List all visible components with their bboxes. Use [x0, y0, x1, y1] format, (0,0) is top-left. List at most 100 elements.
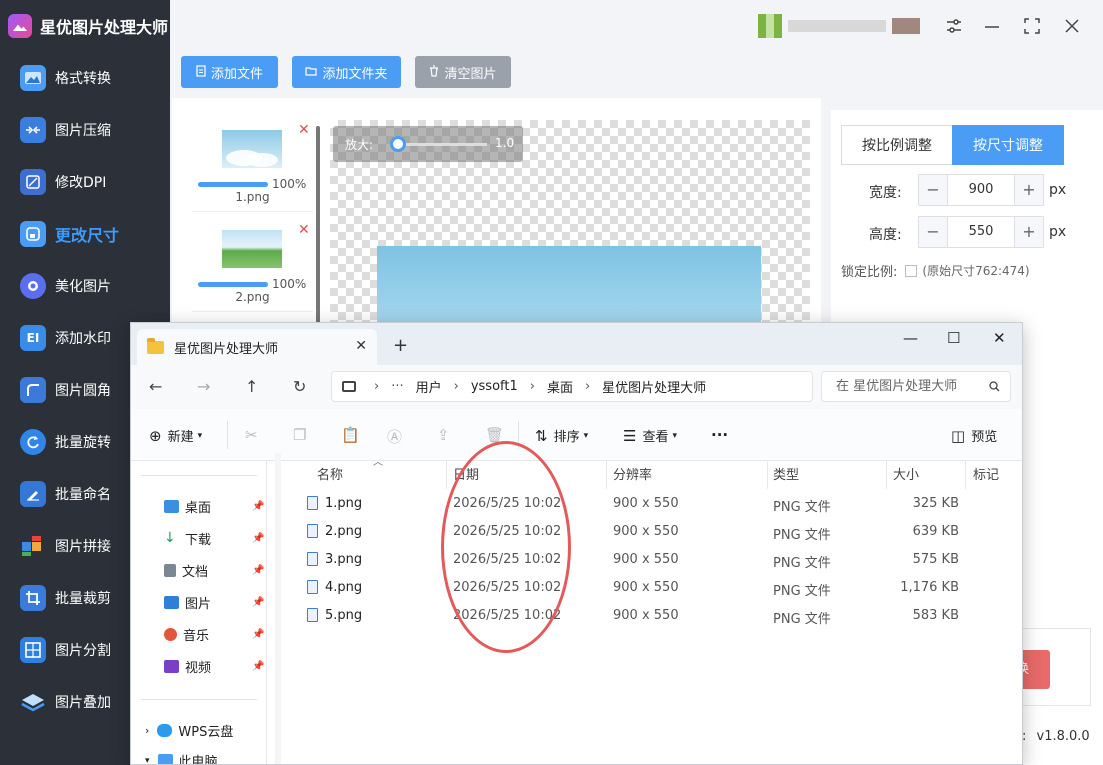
- mode-size-label: 按尺寸调整: [973, 138, 1043, 154]
- nav-item-this-pc[interactable]: ▾ 此电脑: [145, 751, 245, 765]
- sidebar-item-compress[interactable]: 图片压缩: [0, 104, 170, 156]
- mode-ratio-button[interactable]: 按比例调整: [841, 125, 953, 165]
- height-label: 高度:: [869, 227, 902, 243]
- chevron-down-icon: ▾: [197, 430, 203, 441]
- address-bar[interactable]: › ··· 用户 › yssoft1 › 桌面 › 星优图片处理大师: [331, 371, 813, 402]
- breadcrumb-item[interactable]: yssoft1: [471, 379, 518, 394]
- remove-thumbnail-icon[interactable]: ✕: [298, 222, 310, 238]
- width-input[interactable]: 900: [947, 175, 1015, 205]
- new-tab-icon[interactable]: +: [393, 335, 408, 356]
- remove-thumbnail-icon[interactable]: ✕: [298, 122, 310, 138]
- zoom-slider-handle[interactable]: [390, 136, 406, 152]
- split-icon: [20, 637, 46, 663]
- more-options-button[interactable]: ···: [711, 426, 728, 444]
- settings-sliders-icon[interactable]: [942, 14, 966, 38]
- sidebar-item-format-convert[interactable]: 格式转换: [0, 52, 170, 104]
- copy-button[interactable]: ❐: [293, 426, 312, 444]
- sidebar-item-dpi[interactable]: 修改DPI: [0, 156, 170, 208]
- search-input[interactable]: 在 星优图片处理大师: [821, 371, 1011, 402]
- explorer-tab[interactable]: 星优图片处理大师 ✕: [137, 329, 377, 365]
- add-folder-button[interactable]: 添加文件夹: [292, 56, 401, 88]
- column-header-type[interactable]: 类型: [773, 464, 799, 483]
- breadcrumb-item[interactable]: 桌面: [547, 377, 573, 396]
- chevron-right-icon: ›: [453, 379, 459, 394]
- nav-item-videos[interactable]: 视频 📌: [164, 657, 264, 676]
- file-size: 1,176 KB: [900, 580, 959, 595]
- thumbnail-item[interactable]: ✕ 100% 1.png: [192, 120, 313, 212]
- folder-icon: [147, 337, 164, 354]
- plus-circle-icon: ⊕: [149, 426, 162, 445]
- nav-item-label: 桌面: [185, 501, 212, 516]
- more-locations-icon[interactable]: ···: [391, 379, 403, 394]
- mode-size-button[interactable]: 按尺寸调整: [952, 125, 1064, 165]
- rename-button[interactable]: Ⓐ: [387, 426, 408, 447]
- thumbnail-scrollbar[interactable]: [316, 126, 320, 326]
- close-tab-icon[interactable]: ✕: [355, 338, 367, 354]
- thumbnail-image: [222, 130, 282, 168]
- user-avatar[interactable]: [758, 14, 920, 38]
- table-row[interactable]: 5.png 2026/5/25 10:02 900 x 550 PNG 文件 5…: [299, 603, 1019, 631]
- close-window-icon[interactable]: ✕: [993, 329, 1006, 347]
- view-button[interactable]: ☰ 查看 ▾: [623, 426, 677, 446]
- add-file-button[interactable]: 添加文件: [181, 56, 278, 88]
- lock-ratio-checkbox[interactable]: [905, 264, 918, 277]
- breadcrumb-item[interactable]: 星优图片处理大师: [602, 377, 706, 396]
- column-header-size[interactable]: 大小: [893, 464, 919, 483]
- height-increment-button[interactable]: +: [1015, 217, 1043, 247]
- file-explorer-window: 星优图片处理大师 ✕ + — ☐ ✕ ← → ↑ ↻ › ··· 用户 › ys…: [130, 322, 1023, 765]
- nav-item-desktop[interactable]: 桌面 📌: [164, 497, 264, 516]
- clear-images-button[interactable]: 清空图片: [415, 56, 511, 88]
- sidebar-item-beautify[interactable]: 美化图片: [0, 260, 170, 312]
- width-increment-button[interactable]: +: [1015, 175, 1043, 205]
- preview-pane-button[interactable]: ◫ 预览: [951, 426, 997, 446]
- column-header-tags[interactable]: 标记: [973, 464, 999, 483]
- maximize-icon[interactable]: [1020, 14, 1044, 38]
- height-decrement-button[interactable]: −: [919, 217, 947, 247]
- table-row[interactable]: 3.png 2026/5/25 10:02 900 x 550 PNG 文件 5…: [299, 547, 1019, 575]
- search-icon: [989, 372, 1000, 403]
- thumbnail-item[interactable]: ✕ 100% 2.png: [192, 220, 313, 312]
- nav-item-documents[interactable]: 文档 📌: [164, 561, 264, 580]
- table-row[interactable]: 1.png 2026/5/25 10:02 900 x 550 PNG 文件 3…: [299, 491, 1019, 519]
- nav-item-music[interactable]: 音乐 📌: [164, 625, 264, 644]
- width-decrement-button[interactable]: −: [919, 175, 947, 205]
- progress-bar: [198, 182, 268, 187]
- column-header-name[interactable]: 名称: [317, 464, 343, 483]
- minimize-icon[interactable]: —: [903, 329, 918, 347]
- minimize-icon[interactable]: [980, 14, 1004, 38]
- nav-pane-scrollbar[interactable]: [275, 453, 281, 764]
- back-arrow-icon[interactable]: ←: [149, 377, 162, 396]
- nav-item-label: 视频: [185, 661, 212, 676]
- cut-button[interactable]: ✂: [245, 426, 264, 444]
- explorer-tab-title: 星优图片处理大师: [174, 341, 279, 357]
- share-button[interactable]: ⇪: [437, 426, 456, 444]
- file-size: 639 KB: [912, 524, 959, 539]
- nav-item-wps-cloud[interactable]: › WPS云盘: [145, 721, 245, 740]
- zoom-slider-track[interactable]: [395, 143, 487, 146]
- thumbnail-name: 2.png: [235, 290, 270, 304]
- folder-icon: [305, 66, 318, 79]
- pin-icon: 📌: [252, 629, 265, 640]
- trash-icon: [429, 64, 439, 80]
- refresh-icon[interactable]: ↻: [293, 377, 306, 396]
- column-header-resolution[interactable]: 分辨率: [613, 464, 652, 483]
- close-icon[interactable]: [1060, 14, 1084, 38]
- maximize-icon[interactable]: ☐: [947, 329, 960, 347]
- new-button[interactable]: ⊕ 新建 ▾: [149, 426, 203, 446]
- nav-item-downloads[interactable]: ↓ 下载 📌: [164, 529, 264, 548]
- sort-button[interactable]: ⇅ 排序 ▾: [535, 426, 588, 446]
- table-row[interactable]: 2.png 2026/5/25 10:02 900 x 550 PNG 文件 6…: [299, 519, 1019, 547]
- png-file-icon: [307, 608, 318, 622]
- height-input[interactable]: 550: [947, 217, 1015, 247]
- file-type: PNG 文件: [773, 584, 831, 599]
- sidebar-item-resize[interactable]: 更改尺寸: [0, 208, 170, 260]
- breadcrumb-item[interactable]: 用户: [416, 377, 442, 396]
- up-arrow-icon[interactable]: ↑: [245, 377, 258, 396]
- table-row[interactable]: 4.png 2026/5/25 10:02 900 x 550 PNG 文件 1…: [299, 575, 1019, 603]
- forward-arrow-icon[interactable]: →: [197, 377, 210, 396]
- nav-item-pictures[interactable]: 图片 📌: [164, 593, 264, 612]
- chevron-down-icon: ▾: [145, 755, 150, 765]
- pin-icon: 📌: [252, 533, 265, 544]
- paste-button[interactable]: 📋: [341, 426, 366, 444]
- image-convert-icon: [20, 65, 46, 91]
